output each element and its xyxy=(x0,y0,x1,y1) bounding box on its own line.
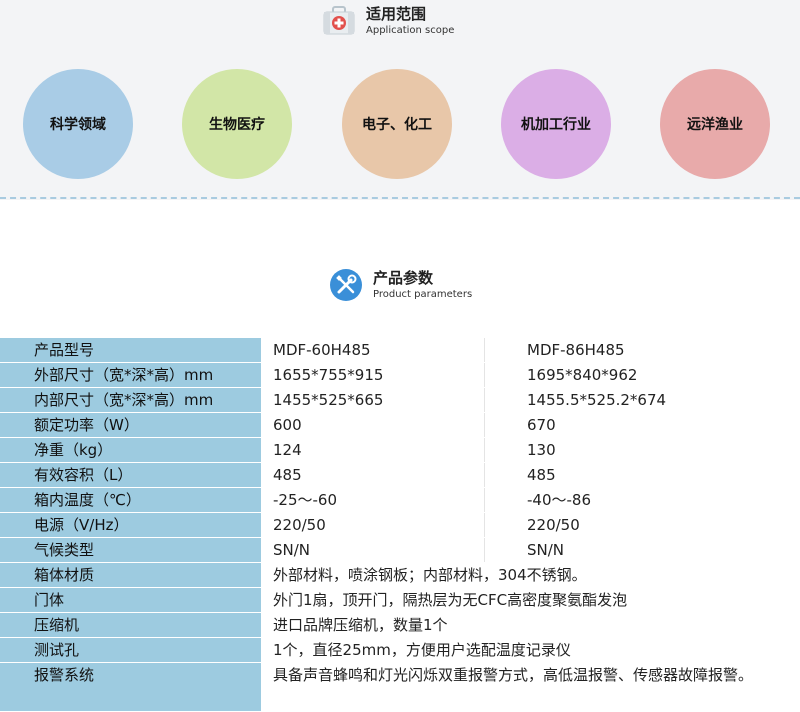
application-scope-header: 适用范围 Application scope xyxy=(322,4,454,38)
spec-label: 内部尺寸（宽*深*高）mm xyxy=(0,388,263,412)
product-parameters-header: 产品参数 Product parameters xyxy=(329,268,472,302)
spec-value-shared: 1个，直径25mm，方便用户选配温度记录仪 xyxy=(263,638,800,662)
spec-label: 电源（V/Hz） xyxy=(0,513,263,537)
scope-subtitle: Application scope xyxy=(366,24,455,36)
table-row: 箱内温度（℃） -25～-60 -40～-86 xyxy=(0,488,800,513)
table-row: 净重（kg） 124 130 xyxy=(0,438,800,463)
product-spec-table: 产品型号 MDF-60H485 MDF-86H485 外部尺寸（宽*深*高）mm… xyxy=(0,338,800,712)
spec-value-model-1: -25～-60 xyxy=(263,488,485,512)
spec-value-model-1: MDF-60H485 xyxy=(263,338,485,362)
section-divider xyxy=(0,197,800,199)
spec-value-shared: 外部材料，喷涂钢板；内部材料，304不锈钢。 xyxy=(263,563,800,587)
table-row: 门体 外门1扇，顶开门，隔热层为无CFC高密度聚氨酯发泡 xyxy=(0,588,800,613)
table-row: 测试孔 1个，直径25mm，方便用户选配温度记录仪 xyxy=(0,638,800,663)
spec-value-model-1: 220/50 xyxy=(263,513,485,537)
spec-value-model-2: 1455.5*525.2*674 xyxy=(485,388,800,412)
params-title: 产品参数 xyxy=(373,269,434,288)
spec-value-model-2: 485 xyxy=(485,463,800,487)
table-row: 额定功率（W） 600 670 xyxy=(0,413,800,438)
spec-label: 箱体材质 xyxy=(0,563,263,587)
spec-label: 门体 xyxy=(0,588,263,612)
table-row: 气候类型 SN/N SN/N xyxy=(0,538,800,563)
table-row: 报警系统 具备声音蜂鸣和灯光闪烁双重报警方式，高低温报警、传感器故障报警。 xyxy=(0,663,800,712)
spec-value-model-2: -40～-86 xyxy=(485,488,800,512)
table-row: 压缩机 进口品牌压缩机，数量1个 xyxy=(0,613,800,638)
scope-item-machining: 机加工行业 xyxy=(501,69,611,179)
spec-value-model-2: 220/50 xyxy=(485,513,800,537)
spec-label: 额定功率（W） xyxy=(0,413,263,437)
spec-label: 压缩机 xyxy=(0,613,263,637)
table-row: 产品型号 MDF-60H485 MDF-86H485 xyxy=(0,338,800,363)
spec-value-model-1: SN/N xyxy=(263,538,485,562)
scope-item-electronics-chemical: 电子、化工 xyxy=(342,69,452,179)
scope-title: 适用范围 xyxy=(366,5,427,24)
spec-label: 气候类型 xyxy=(0,538,263,562)
spec-label: 产品型号 xyxy=(0,338,263,362)
table-row: 内部尺寸（宽*深*高）mm 1455*525*665 1455.5*525.2*… xyxy=(0,388,800,413)
spec-value-model-1: 600 xyxy=(263,413,485,437)
scope-item-science: 科学领域 xyxy=(23,69,133,179)
spec-label: 净重（kg） xyxy=(0,438,263,462)
spec-value-model-2: MDF-86H485 xyxy=(485,338,800,362)
spec-value-model-2: 130 xyxy=(485,438,800,462)
spec-value-model-1: 485 xyxy=(263,463,485,487)
table-row: 箱体材质 外部材料，喷涂钢板；内部材料，304不锈钢。 xyxy=(0,563,800,588)
spec-value-model-1: 124 xyxy=(263,438,485,462)
spec-value-model-2: 670 xyxy=(485,413,800,437)
spec-value-shared: 具备声音蜂鸣和灯光闪烁双重报警方式，高低温报警、传感器故障报警。 xyxy=(263,663,800,711)
spec-label: 测试孔 xyxy=(0,638,263,662)
spec-label: 箱内温度（℃） xyxy=(0,488,263,512)
spec-value-model-2: SN/N xyxy=(485,538,800,562)
table-row: 外部尺寸（宽*深*高）mm 1655*755*915 1695*840*962 xyxy=(0,363,800,388)
first-aid-kit-icon xyxy=(323,6,355,35)
table-row: 电源（V/Hz） 220/50 220/50 xyxy=(0,513,800,538)
spec-label: 外部尺寸（宽*深*高）mm xyxy=(0,363,263,387)
spec-label: 报警系统 xyxy=(0,663,263,711)
spec-value-model-1: 1655*755*915 xyxy=(263,363,485,387)
scope-item-ocean-fishery: 远洋渔业 xyxy=(660,69,770,179)
tools-icon xyxy=(330,269,362,301)
scope-item-biomedical: 生物医疗 xyxy=(182,69,292,179)
spec-value-shared: 进口品牌压缩机，数量1个 xyxy=(263,613,800,637)
spec-label: 有效容积（L） xyxy=(0,463,263,487)
params-subtitle: Product parameters xyxy=(373,288,473,300)
table-row: 有效容积（L） 485 485 xyxy=(0,463,800,488)
spec-value-shared: 外门1扇，顶开门，隔热层为无CFC高密度聚氨酯发泡 xyxy=(263,588,800,612)
spec-value-model-1: 1455*525*665 xyxy=(263,388,485,412)
spec-value-model-2: 1695*840*962 xyxy=(485,363,800,387)
